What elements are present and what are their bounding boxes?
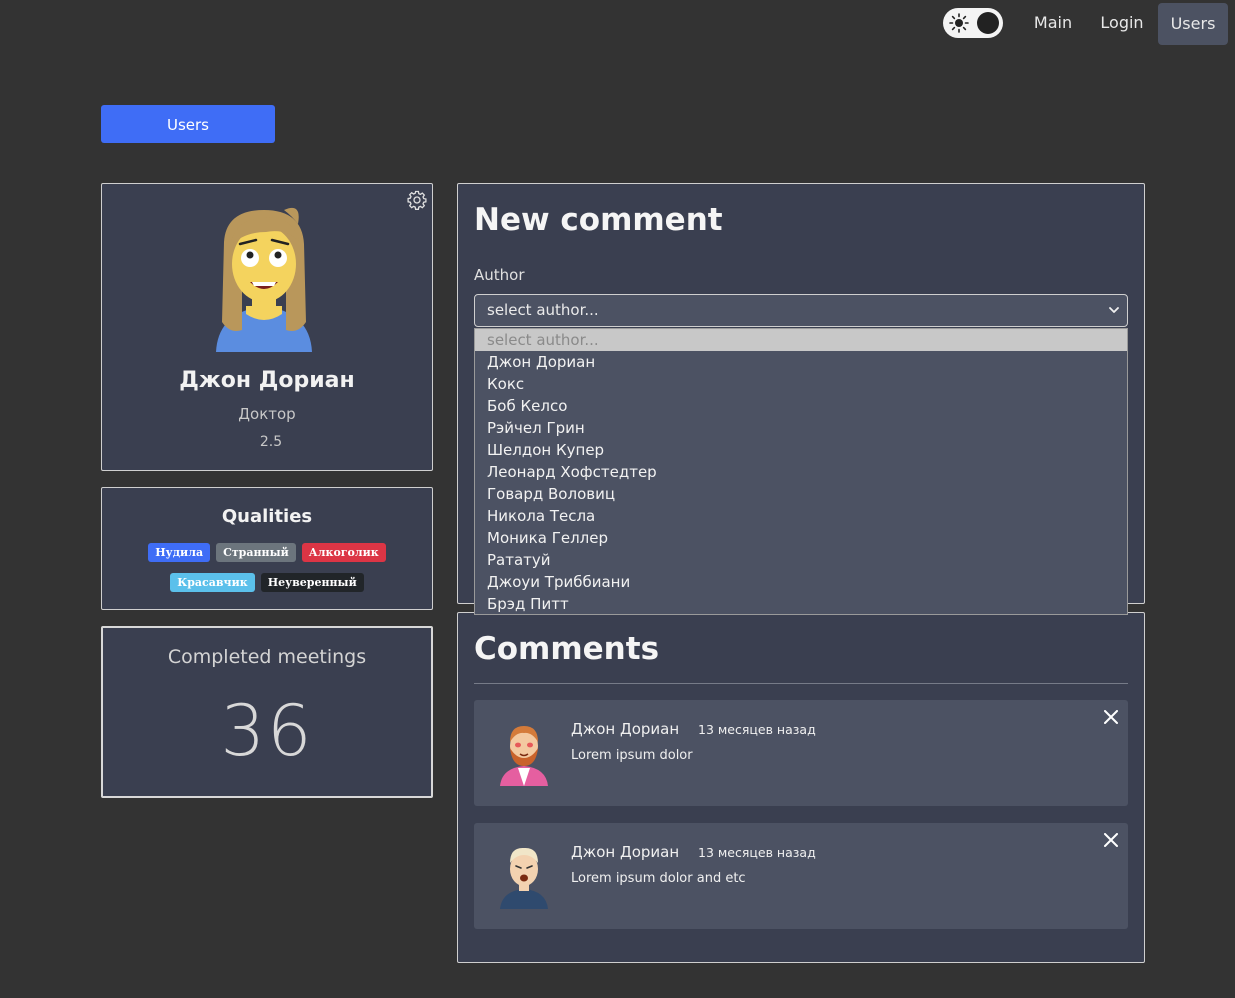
author-option[interactable]: Шелдон Купер (475, 439, 1127, 461)
author-option[interactable]: Леонард Хофстедтер (475, 461, 1127, 483)
comment-text: Lorem ipsum dolor (571, 748, 693, 763)
nav-login-link[interactable]: Login (1094, 0, 1150, 46)
comment-time: 13 месяцев назад (698, 845, 816, 860)
comment-author: Джон Дориан (571, 720, 680, 738)
sun-icon (949, 13, 969, 33)
users-button[interactable]: Users (101, 105, 275, 143)
close-icon[interactable] (1104, 710, 1118, 724)
comment-avatar (500, 847, 548, 909)
qualities-badges: Нудила Странный Алкоголик Красавчик Неувере… (102, 541, 432, 601)
author-option[interactable]: Кокс (475, 373, 1127, 395)
close-icon[interactable] (1104, 833, 1118, 847)
meetings-count: 36 (220, 690, 314, 772)
user-avatar (216, 207, 312, 352)
author-label: Author (474, 266, 525, 284)
author-dropdown-list: select author... Джон Дориан Кокс Боб Ке… (474, 328, 1128, 615)
comment-item: Джон Дориан 13 месяцев назад Lorem ipsum… (474, 823, 1128, 929)
theme-toggle[interactable] (943, 8, 1003, 38)
quality-badge: Нудила (148, 543, 211, 562)
comments-card: Comments Джон Дориан 13 месяцев назад Lo… (457, 612, 1145, 963)
quality-badge: Алкоголик (301, 543, 386, 562)
gear-icon[interactable] (407, 190, 427, 210)
profile-card: Джон Дориан Доктор 2.5 (101, 183, 433, 471)
author-option[interactable]: Джоуи Триббиани (475, 571, 1127, 593)
chevron-down-icon (1109, 307, 1119, 313)
comment-time: 13 месяцев назад (698, 722, 816, 737)
author-option[interactable]: Никола Тесла (475, 505, 1127, 527)
comment-author: Джон Дориан (571, 843, 680, 861)
nav-users-link[interactable]: Users (1158, 3, 1228, 45)
quality-badge: Странный (216, 543, 296, 562)
comment-avatar (500, 726, 548, 786)
author-option[interactable]: Брэд Питт (475, 593, 1127, 615)
author-option[interactable]: Говард Воловиц (475, 483, 1127, 505)
profile-name: Джон Дориан (179, 368, 355, 393)
quality-badge: Красавчик (170, 573, 255, 592)
author-option[interactable]: Боб Келсо (475, 395, 1127, 417)
nav-main-link[interactable]: Main (1026, 0, 1080, 46)
divider (474, 683, 1128, 684)
profile-profession: Доктор (238, 405, 296, 423)
author-option[interactable]: Моника Геллер (475, 527, 1127, 549)
quality-badge: Неуверенный (260, 573, 364, 592)
new-comment-title: New comment (474, 202, 723, 238)
comment-item: Джон Дориан 13 месяцев назад Lorem ipsum… (474, 700, 1128, 806)
comment-text: Lorem ipsum dolor and etc (571, 871, 746, 886)
qualities-card: Qualities Нудила Странный Алкоголик Красав… (101, 487, 433, 610)
author-option[interactable]: Рататуй (475, 549, 1127, 571)
author-select[interactable]: select author... (474, 294, 1128, 327)
author-option-placeholder[interactable]: select author... (475, 329, 1127, 351)
meetings-title: Completed meetings (167, 646, 367, 668)
author-select-value: select author... (487, 301, 599, 319)
qualities-title: Qualities (221, 506, 313, 527)
profile-rate: 2.5 (259, 434, 283, 450)
comments-title: Comments (474, 631, 660, 667)
toggle-knob (977, 12, 999, 34)
meetings-card: Completed meetings 36 (101, 626, 433, 798)
author-option[interactable]: Джон Дориан (475, 351, 1127, 373)
author-option[interactable]: Рэйчел Грин (475, 417, 1127, 439)
